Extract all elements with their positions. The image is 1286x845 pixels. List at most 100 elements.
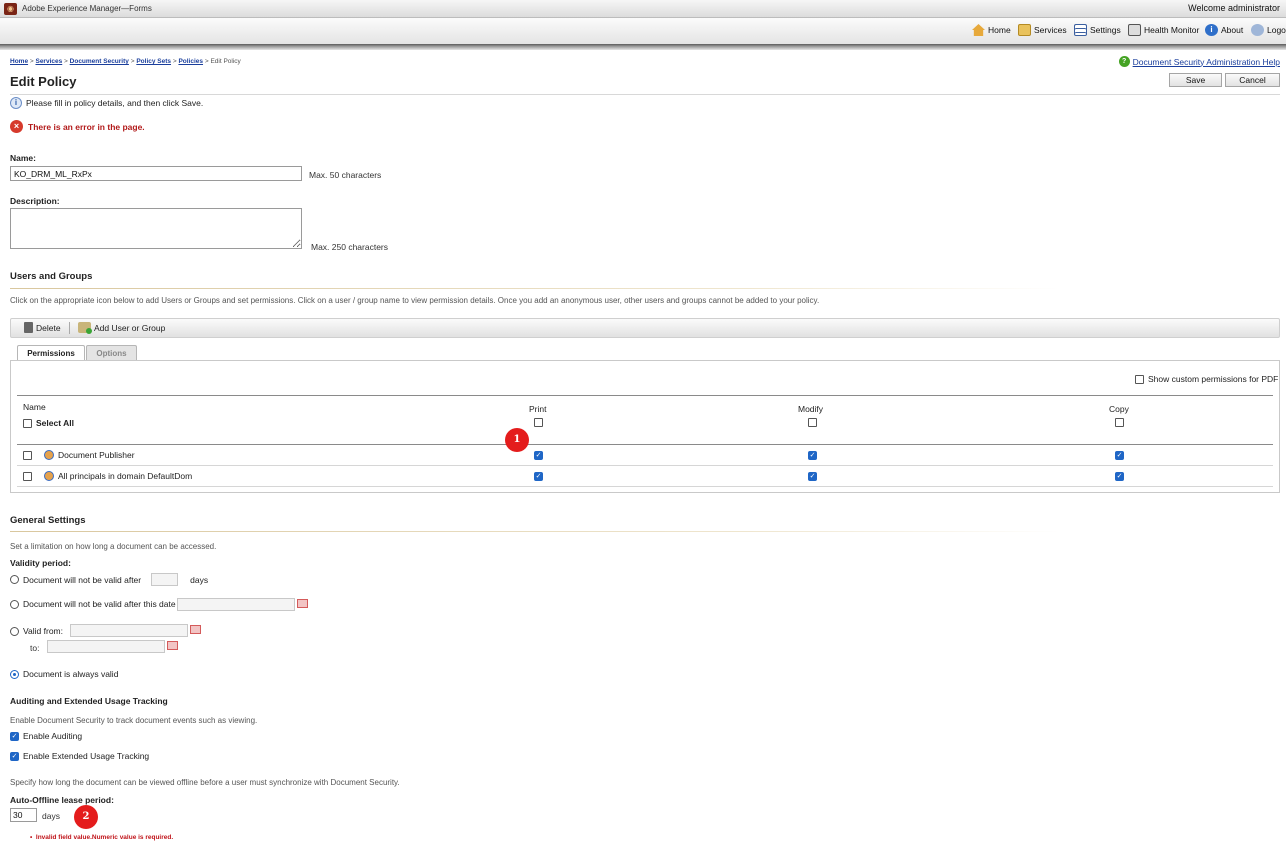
users-groups-description: Click on the appropriate icon below to a…: [10, 296, 820, 305]
user-icon: [44, 471, 54, 481]
calendar-icon[interactable]: [297, 599, 308, 608]
page-title: Edit Policy: [10, 74, 77, 89]
breadcrumb-services[interactable]: Services: [35, 58, 62, 65]
home-icon: [972, 24, 985, 36]
validity-days-input[interactable]: [151, 573, 179, 586]
breadcrumb-document-security[interactable]: Document Security: [70, 58, 129, 65]
print-checkbox[interactable]: ✓: [534, 472, 543, 481]
error-message: × There is an error in the page.: [10, 120, 145, 133]
validity-always-radio[interactable]: [10, 669, 19, 679]
nav-services[interactable]: Services: [1018, 24, 1067, 36]
help-area: ? Document Security Administration Help: [1118, 56, 1280, 67]
general-settings-rule: [10, 531, 1060, 532]
lease-error: • Invalid field value.Numeric value is r…: [30, 834, 174, 841]
lease-label: Auto-Offline lease period:: [10, 795, 114, 805]
validity-option-date: Document will not be valid after this da…: [10, 599, 176, 609]
title-bar: [0, 0, 1286, 18]
validity-date-input[interactable]: [177, 598, 295, 611]
general-settings-title: General Settings: [10, 515, 86, 526]
permissions-panel: [10, 360, 1280, 493]
table-row[interactable]: Document Publisher: [23, 450, 135, 460]
trash-icon: [24, 322, 33, 333]
valid-to-input[interactable]: [47, 640, 165, 653]
enable-auditing-checkbox[interactable]: ✓: [10, 731, 19, 741]
copy-checkbox[interactable]: ✓: [1115, 451, 1124, 460]
delete-button[interactable]: Delete: [24, 322, 61, 333]
print-all-checkbox[interactable]: [534, 418, 543, 427]
auditing-description: Enable Document Security to track docume…: [10, 716, 258, 725]
about-icon: i: [1205, 24, 1218, 36]
breadcrumb-policy-sets[interactable]: Policy Sets: [136, 58, 171, 65]
breadcrumb-current: Edit Policy: [210, 58, 241, 65]
validity-range-radio[interactable]: [10, 626, 19, 636]
save-button[interactable]: Save: [1169, 73, 1222, 87]
tab-options[interactable]: Options: [86, 345, 137, 361]
add-user-button[interactable]: Add User or Group: [78, 322, 165, 334]
annotation-marker-1: 1: [505, 428, 529, 452]
select-all-checkbox[interactable]: [23, 418, 32, 428]
app-title: Adobe Experience Manager—Forms: [22, 4, 152, 13]
nav-settings[interactable]: Settings: [1074, 24, 1121, 36]
lease-suffix: days: [42, 811, 60, 821]
nav-about[interactable]: i About: [1205, 24, 1243, 36]
general-settings-description: Set a limitation on how long a document …: [10, 542, 217, 551]
show-custom-permissions[interactable]: Show custom permissions for PDF: [1135, 374, 1278, 384]
title-divider: [10, 94, 1280, 95]
add-user-icon: [78, 322, 92, 334]
validity-option-range: Valid from:: [10, 626, 63, 636]
print-checkbox[interactable]: ✓: [534, 451, 543, 460]
show-custom-checkbox[interactable]: [1135, 374, 1144, 384]
enable-tracking-checkbox[interactable]: ✓: [10, 751, 19, 761]
settings-icon: [1074, 24, 1087, 36]
column-header-copy: Copy: [1109, 404, 1129, 414]
row-checkbox[interactable]: [23, 471, 32, 481]
users-groups-rule: [10, 288, 1060, 289]
logout-icon: [1251, 24, 1264, 36]
calendar-icon[interactable]: [190, 625, 201, 634]
auditing-title: Auditing and Extended Usage Tracking: [10, 696, 168, 706]
breadcrumb-home[interactable]: Home: [10, 58, 28, 65]
description-label: Description:: [10, 196, 60, 206]
enable-tracking: ✓ Enable Extended Usage Tracking: [10, 751, 150, 761]
validity-days-radio[interactable]: [10, 575, 19, 584]
table-top-rule: [17, 395, 1273, 396]
validity-date-radio[interactable]: [10, 599, 19, 609]
breadcrumb: Home > Services > Document Security > Po…: [10, 58, 241, 65]
nav-home[interactable]: Home: [972, 24, 1011, 36]
calendar-icon[interactable]: [167, 641, 178, 650]
row-divider: [17, 465, 1273, 466]
toolbar-separator: [69, 322, 70, 334]
error-icon: ×: [10, 120, 23, 133]
services-icon: [1018, 24, 1031, 36]
help-icon: ?: [1118, 56, 1130, 67]
copy-checkbox[interactable]: ✓: [1115, 472, 1124, 481]
info-icon: i: [10, 97, 22, 109]
name-note: Max. 50 characters: [309, 170, 382, 180]
row-checkbox[interactable]: [23, 450, 32, 460]
copy-all-checkbox[interactable]: [1115, 418, 1124, 427]
valid-to-label: to:: [30, 643, 40, 653]
offline-description: Specify how long the document can be vie…: [10, 778, 400, 787]
table-row[interactable]: All principals in domain DefaultDom: [23, 471, 192, 481]
modify-all-checkbox[interactable]: [808, 418, 817, 427]
modify-checkbox[interactable]: ✓: [808, 472, 817, 481]
row-divider: [17, 486, 1273, 487]
users-groups-title: Users and Groups: [10, 271, 93, 282]
annotation-marker-2: 2: [74, 805, 98, 829]
cancel-button[interactable]: Cancel: [1225, 73, 1280, 87]
valid-from-input[interactable]: [70, 624, 188, 637]
lease-input[interactable]: [10, 808, 37, 822]
name-input[interactable]: [10, 166, 302, 181]
description-textarea[interactable]: [10, 208, 302, 249]
breadcrumb-policies[interactable]: Policies: [178, 58, 203, 65]
users-toolbar: [10, 318, 1280, 338]
help-link[interactable]: Document Security Administration Help: [1133, 57, 1280, 67]
table-header-rule: [17, 444, 1273, 445]
column-header-modify: Modify: [798, 404, 824, 414]
modify-checkbox[interactable]: ✓: [808, 451, 817, 460]
validity-option-days: Document will not be valid after days: [10, 573, 208, 586]
select-all: Select All: [23, 418, 74, 428]
nav-logout[interactable]: Logo: [1251, 24, 1286, 36]
nav-health-monitor[interactable]: Health Monitor: [1128, 24, 1199, 36]
tab-permissions[interactable]: Permissions: [17, 345, 85, 361]
